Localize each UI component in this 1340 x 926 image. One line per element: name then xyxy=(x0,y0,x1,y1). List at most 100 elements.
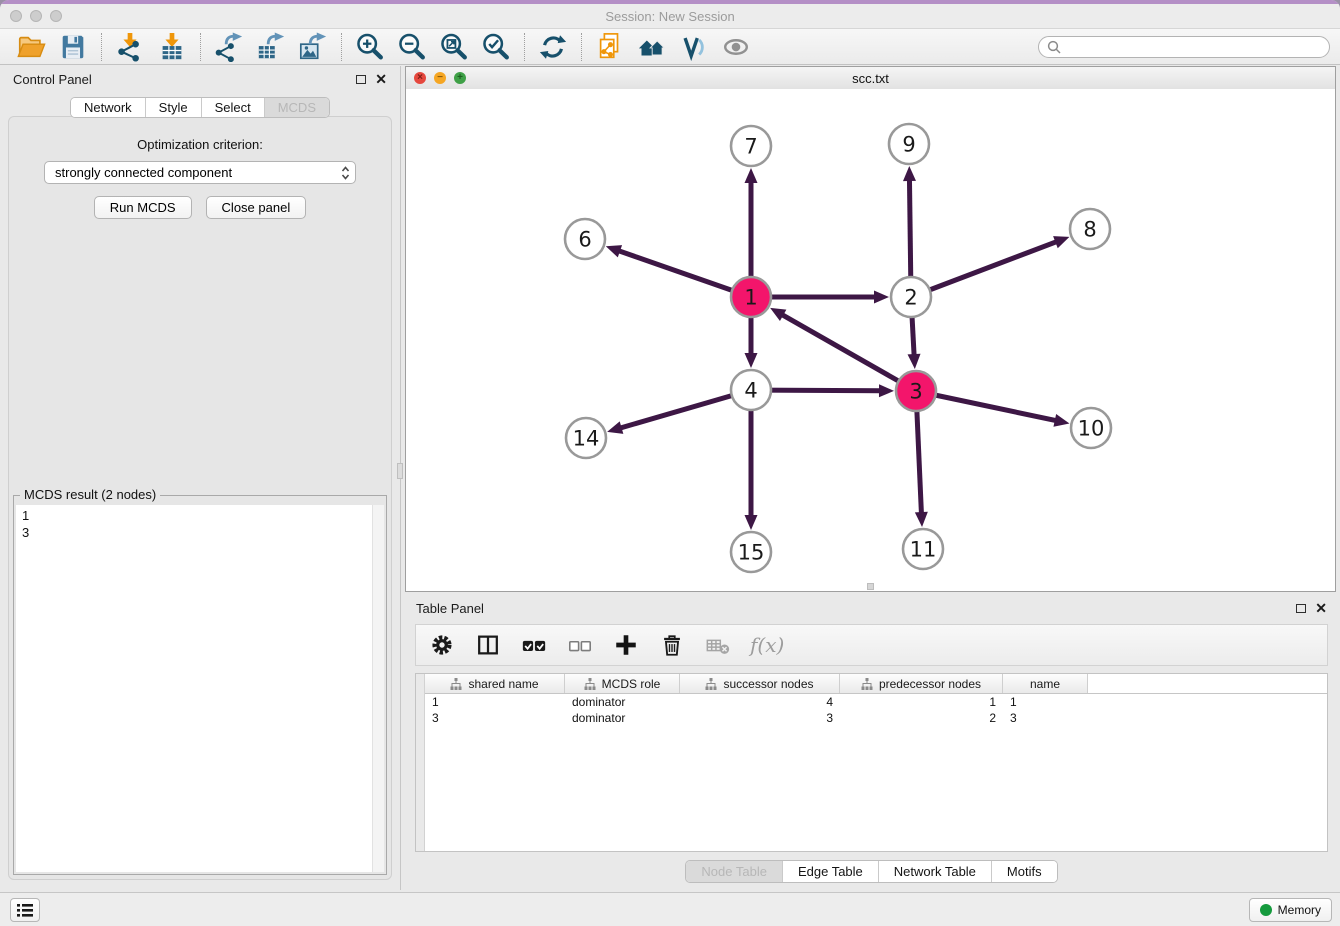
export-network-icon[interactable] xyxy=(208,31,250,63)
table-cell[interactable]: 3 xyxy=(1003,711,1088,725)
edge-4-3[interactable] xyxy=(751,384,894,397)
tab-mcds[interactable]: MCDS xyxy=(264,98,329,117)
close-panel-icon[interactable]: ✕ xyxy=(375,74,387,84)
toolbar-separator xyxy=(524,33,525,61)
column-type-icon xyxy=(861,678,873,690)
node-1[interactable]: 1 xyxy=(731,277,771,317)
network-window-title: scc.txt xyxy=(406,71,1335,86)
float-panel-icon[interactable] xyxy=(356,75,366,84)
node-3[interactable]: 3 xyxy=(896,371,936,411)
refresh-network-icon[interactable] xyxy=(532,31,574,63)
table-cell[interactable]: 2 xyxy=(840,711,1003,725)
column-header-name[interactable]: name xyxy=(1003,674,1088,693)
table-cell[interactable]: dominator xyxy=(565,695,680,709)
node-label: 2 xyxy=(904,286,917,310)
home-icon[interactable] xyxy=(631,31,673,63)
tab-style[interactable]: Style xyxy=(145,98,201,117)
edge-4-14[interactable] xyxy=(607,390,751,434)
delete-column-icon[interactable] xyxy=(658,631,686,659)
table-cell[interactable]: 1 xyxy=(425,695,565,709)
node-6[interactable]: 6 xyxy=(565,219,605,259)
table-cell[interactable]: 4 xyxy=(680,695,840,709)
export-image-icon[interactable] xyxy=(292,31,334,63)
node-label: 6 xyxy=(578,228,591,252)
tab-network-table[interactable]: Network Table xyxy=(878,861,991,882)
edge-3-1[interactable] xyxy=(770,308,916,391)
optimization-value: strongly connected component xyxy=(55,165,341,180)
table-cell[interactable]: dominator xyxy=(565,711,680,725)
add-column-icon[interactable] xyxy=(612,631,640,659)
toolbar-separator xyxy=(101,33,102,61)
zoom-selected-icon[interactable] xyxy=(475,31,517,63)
table-row[interactable]: 1dominator411 xyxy=(425,694,1327,710)
mcds-result-title: MCDS result (2 nodes) xyxy=(20,487,160,502)
node-15[interactable]: 15 xyxy=(731,532,771,572)
main-toolbar xyxy=(0,29,1340,65)
column-header-label: name xyxy=(1030,677,1060,691)
node-9[interactable]: 9 xyxy=(889,124,929,164)
zoom-in-icon[interactable] xyxy=(349,31,391,63)
node-8[interactable]: 8 xyxy=(1070,209,1110,249)
search-icon xyxy=(1047,40,1061,54)
table-tabs: Node TableEdge TableNetwork TableMotifs xyxy=(685,860,1057,883)
window-resize-handle[interactable] xyxy=(867,583,874,590)
table-cell[interactable]: 1 xyxy=(840,695,1003,709)
deselect-all-icon[interactable] xyxy=(566,631,594,659)
tab-select[interactable]: Select xyxy=(201,98,264,117)
run-mcds-button[interactable]: Run MCDS xyxy=(94,196,192,219)
edge-1-6[interactable] xyxy=(606,245,751,297)
node-2[interactable]: 2 xyxy=(891,277,931,317)
settings-gear-icon[interactable] xyxy=(428,631,456,659)
search-field[interactable] xyxy=(1038,36,1330,58)
table-row[interactable]: 3dominator323 xyxy=(425,710,1327,726)
split-panel-icon[interactable] xyxy=(474,631,502,659)
edge-3-10[interactable] xyxy=(916,391,1069,427)
network-file-icon[interactable] xyxy=(589,31,631,63)
node-10[interactable]: 10 xyxy=(1071,408,1111,448)
table-cell[interactable]: 3 xyxy=(425,711,565,725)
select-all-icon[interactable] xyxy=(520,631,548,659)
mcds-result-textarea[interactable]: 13 xyxy=(16,505,384,872)
table-cell[interactable]: 1 xyxy=(1003,695,1088,709)
tab-motifs[interactable]: Motifs xyxy=(991,861,1057,882)
tab-network[interactable]: Network xyxy=(71,98,145,117)
zoom-fit-icon[interactable] xyxy=(433,31,475,63)
close-panel-button[interactable]: Close panel xyxy=(206,196,307,219)
node-label: 14 xyxy=(573,427,600,451)
result-scrollbar[interactable] xyxy=(372,505,384,872)
search-input[interactable] xyxy=(1066,39,1321,55)
status-bar: Memory xyxy=(0,892,1340,926)
edge-2-8[interactable] xyxy=(911,236,1069,297)
tab-edge-table[interactable]: Edge Table xyxy=(782,861,878,882)
vizmap-icon[interactable] xyxy=(673,31,715,63)
node-4[interactable]: 4 xyxy=(731,370,771,410)
memory-button[interactable]: Memory xyxy=(1249,898,1332,922)
table-cell[interactable]: 3 xyxy=(680,711,840,725)
node-label: 4 xyxy=(744,379,757,403)
export-table-icon[interactable] xyxy=(250,31,292,63)
column-header-successor-nodes[interactable]: successor nodes xyxy=(680,674,840,693)
import-table-icon[interactable] xyxy=(151,31,193,63)
save-session-icon[interactable] xyxy=(52,31,94,63)
column-header-MCDS-role[interactable]: MCDS role xyxy=(565,674,680,693)
toolbar-separator xyxy=(581,33,582,61)
open-session-icon[interactable] xyxy=(10,31,52,63)
node-11[interactable]: 11 xyxy=(903,529,943,569)
task-history-button[interactable] xyxy=(10,898,40,922)
eye-icon[interactable] xyxy=(715,31,757,63)
tab-node-table[interactable]: Node Table xyxy=(686,861,782,882)
table-row-gutter xyxy=(416,674,425,851)
network-canvas[interactable]: 7 9 6 8 1 2 4 3 14 10 15 11 xyxy=(406,89,1335,591)
dock-splitter-handle[interactable] xyxy=(397,463,403,479)
node-14[interactable]: 14 xyxy=(566,418,606,458)
column-header-shared-name[interactable]: shared name xyxy=(425,674,565,693)
close-table-panel-icon[interactable]: ✕ xyxy=(1315,603,1327,613)
network-window-titlebar[interactable]: ×−+ scc.txt xyxy=(406,67,1335,90)
node-label: 10 xyxy=(1078,417,1105,441)
float-table-panel-icon[interactable] xyxy=(1296,604,1306,613)
column-header-predecessor-nodes[interactable]: predecessor nodes xyxy=(840,674,1003,693)
optimization-select[interactable]: strongly connected component xyxy=(44,161,356,184)
import-network-icon[interactable] xyxy=(109,31,151,63)
node-7[interactable]: 7 xyxy=(731,126,771,166)
zoom-out-icon[interactable] xyxy=(391,31,433,63)
